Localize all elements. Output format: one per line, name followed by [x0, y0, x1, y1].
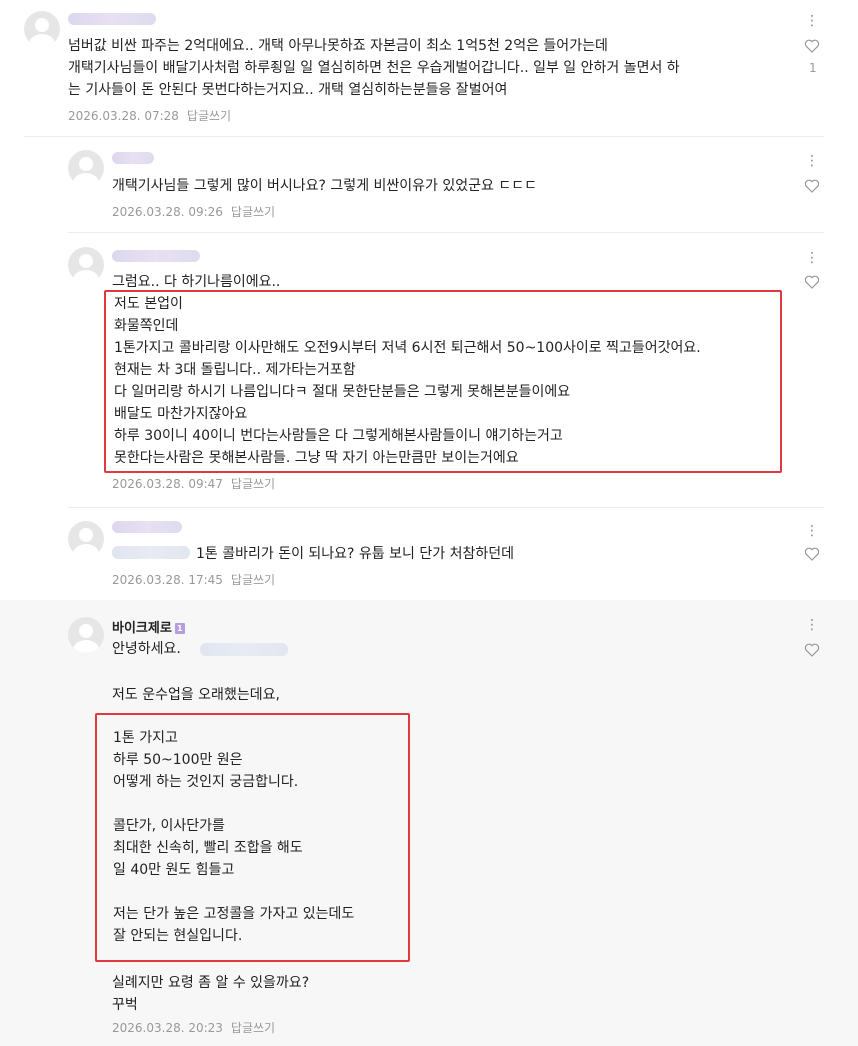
reply-button[interactable]: 답글쓰기 [231, 1021, 275, 1035]
comment-text: 저도 본업이 화물쪽인데 1톤가지고 콜바리랑 이사만해도 오전9시부터 저녁 … [114, 296, 701, 466]
level-badge: 1 [174, 623, 185, 634]
comment-text: 개택기사님들 그렇게 많이 버시나요? 그렇게 비싼이유가 있었군요 ㄷㄷㄷ [112, 178, 537, 194]
comment-meta: 2026.03.28. 17:45 답글쓰기 [112, 571, 275, 588]
comment-item: 1톤 콜바리가 돈이 되나요? 유툽 보니 단가 처참하던데 2026.03.2… [0, 508, 858, 600]
more-vertical-icon[interactable]: ⋮ [805, 251, 819, 265]
comment-meta: 2026.03.28. 07:28 답글쓰기 [68, 107, 231, 124]
comment-boxed-text: 1톤 가지고 하루 50~100만 원은 어떻게 하는 것인지 궁금합니다. 콜… [113, 730, 355, 944]
more-vertical-icon[interactable]: ⋮ [805, 154, 819, 168]
heart-icon[interactable] [804, 178, 820, 194]
mention-blurred[interactable] [112, 546, 190, 559]
reply-button[interactable]: 답글쓰기 [231, 205, 275, 219]
avatar[interactable] [24, 11, 60, 47]
mention-blurred [200, 643, 288, 656]
nickname-blurred[interactable] [112, 521, 182, 533]
like-count: 1 [809, 61, 817, 75]
nickname-blurred[interactable] [112, 152, 154, 164]
avatar[interactable] [68, 150, 104, 186]
reply-button[interactable]: 답글쓰기 [231, 477, 275, 491]
comment-meta: 2026.03.28. 20:23 답글쓰기 [112, 1019, 275, 1036]
comment-text: 넘버값 비싼 파주는 2억대에요.. 개택 아무나못하죠 자본금이 최소 1억5… [68, 38, 680, 98]
heart-icon[interactable] [804, 546, 820, 562]
more-vertical-icon[interactable]: ⋮ [805, 14, 819, 28]
comment-item: 넘버값 비싼 파주는 2억대에요.. 개택 아무나못하죠 자본금이 최소 1억5… [0, 0, 858, 137]
comment-date: 2026.03.28. 07:28 [68, 109, 179, 123]
comment-line: 저도 운수업을 오래했는데요, [112, 687, 280, 703]
comment-meta: 2026.03.28. 09:47 답글쓰기 [112, 475, 275, 492]
avatar[interactable] [68, 521, 104, 557]
comment-meta: 2026.03.28. 09:26 답글쓰기 [112, 203, 275, 220]
heart-icon[interactable] [804, 38, 820, 54]
nickname-blurred[interactable] [112, 250, 200, 262]
reply-button[interactable]: 답글쓰기 [231, 573, 275, 587]
comment-text: 1톤 콜바리가 돈이 되나요? 유툽 보니 단가 처참하던데 [196, 546, 514, 562]
more-vertical-icon[interactable]: ⋮ [805, 524, 819, 538]
comment-date: 2026.03.28. 09:47 [112, 477, 223, 491]
reply-button[interactable]: 답글쓰기 [187, 109, 231, 123]
heart-icon[interactable] [804, 274, 820, 290]
nickname-blurred[interactable] [68, 13, 156, 25]
comment-date: 2026.03.28. 17:45 [112, 573, 223, 587]
more-vertical-icon[interactable]: ⋮ [805, 618, 819, 632]
heart-icon[interactable] [804, 642, 820, 658]
comment-item-highlighted: 바이크제로 1 안녕하세요. 저도 운수업을 오래했는데요, 1톤 가지고 하루 … [0, 600, 858, 1046]
comment-greeting: 안녕하세요. [112, 641, 181, 657]
comment-item: 그럼요.. 다 하기나름이에요.. 저도 본업이 화물쪽인데 1톤가지고 콜바리… [0, 233, 858, 508]
nickname[interactable]: 바이크제로 1 [112, 617, 185, 636]
comment-closing: 실례지만 요령 좀 알 수 있을까요? 꾸벅 [112, 975, 310, 1013]
comment-date: 2026.03.28. 09:26 [112, 205, 223, 219]
nickname-text: 바이크제로 [112, 621, 172, 636]
avatar[interactable] [68, 617, 104, 653]
comment-item: 개택기사님들 그렇게 많이 버시나요? 그렇게 비싼이유가 있었군요 ㄷㄷㄷ 2… [0, 137, 858, 233]
comment-date: 2026.03.28. 20:23 [112, 1021, 223, 1035]
avatar[interactable] [68, 247, 104, 283]
